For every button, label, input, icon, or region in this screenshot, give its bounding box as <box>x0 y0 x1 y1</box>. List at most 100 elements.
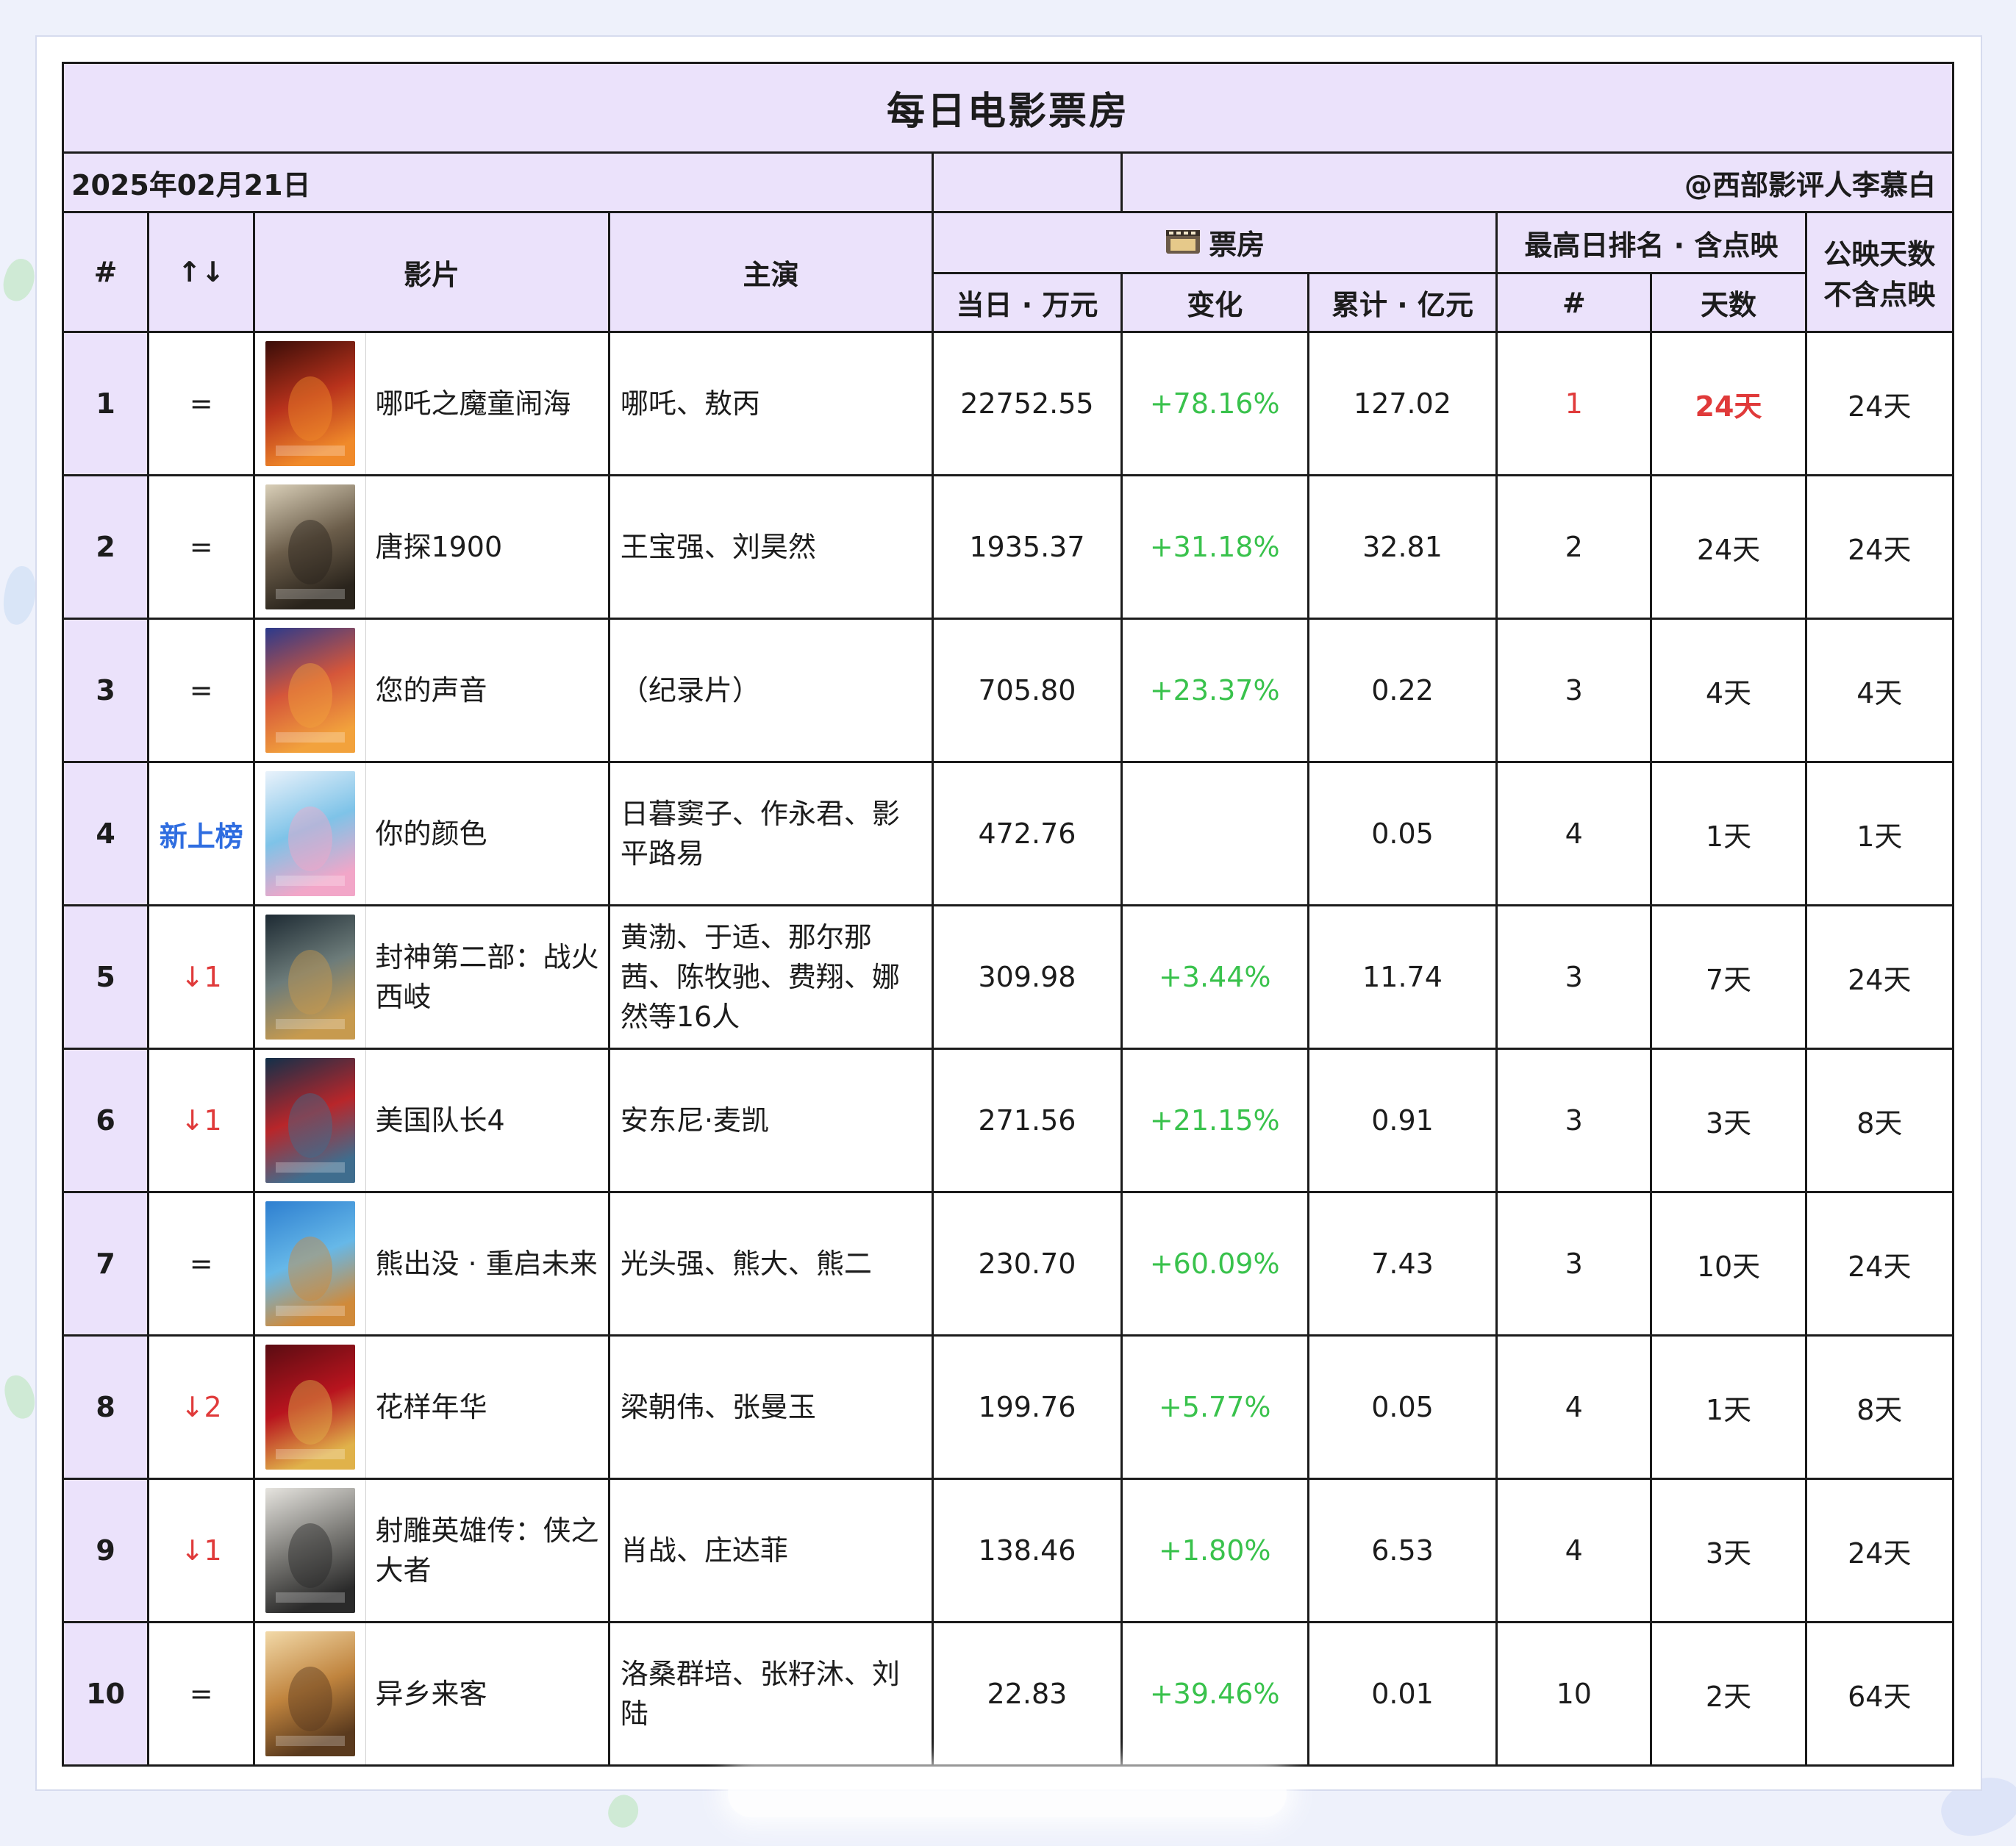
change-cell: +5.77% <box>1120 1334 1309 1480</box>
header-release-days: 公映天数 不含点映 <box>1804 211 1955 333</box>
actors-cell: 哪吒、敖丙 <box>607 331 934 476</box>
film-name[interactable]: 异乡来客 <box>365 1621 610 1767</box>
rank-cell: 7 <box>61 1191 150 1337</box>
trend-cell: ↓1 <box>147 904 256 1050</box>
table-row: 9 ↓1 射雕英雄传：侠之大者 肖战、庄达菲 138.46 +1.80% 6.5… <box>61 1478 1955 1623</box>
rank-cell: 2 <box>61 474 150 620</box>
poster-cell <box>253 1334 367 1480</box>
header-box-office: 票房 <box>932 211 1498 274</box>
daily-box-office: 705.80 <box>932 618 1123 763</box>
film-name[interactable]: 你的颜色 <box>365 761 610 906</box>
actors-cell: 肖战、庄达菲 <box>607 1478 934 1623</box>
peak-days-cell: 2天 <box>1650 1621 1807 1767</box>
total-box-office: 32.81 <box>1307 474 1498 620</box>
rank-cell: 10 <box>61 1621 150 1767</box>
poster-cell <box>253 1191 367 1337</box>
movie-poster[interactable] <box>265 1201 356 1326</box>
trend-cell: = <box>147 331 256 476</box>
actors-cell: 梁朝伟、张曼玉 <box>607 1334 934 1480</box>
movie-poster[interactable] <box>265 1345 356 1470</box>
release-days-cell: 24天 <box>1804 331 1955 476</box>
daily-box-office: 138.46 <box>932 1478 1123 1623</box>
peak-rank-cell: 1 <box>1495 331 1653 476</box>
total-box-office: 6.53 <box>1307 1478 1498 1623</box>
daily-box-office: 22752.55 <box>932 331 1123 476</box>
peak-days-cell: 24天 <box>1650 331 1807 476</box>
total-box-office: 0.22 <box>1307 618 1498 763</box>
header-actors: 主演 <box>607 211 934 333</box>
film-name[interactable]: 花样年华 <box>365 1334 610 1480</box>
total-box-office: 11.74 <box>1307 904 1498 1050</box>
film-name[interactable]: 唐探1900 <box>365 474 610 620</box>
header-total: 累计 · 亿元 <box>1307 272 1498 333</box>
movie-poster[interactable] <box>265 1631 356 1756</box>
change-cell: +21.15% <box>1120 1048 1309 1193</box>
film-name[interactable]: 美国队长4 <box>365 1048 610 1193</box>
change-cell: +60.09% <box>1120 1191 1309 1337</box>
movie-poster[interactable] <box>265 771 356 896</box>
change-cell: +31.18% <box>1120 474 1309 620</box>
rank-cell: 5 <box>61 904 150 1050</box>
film-name[interactable]: 您的声音 <box>365 618 610 763</box>
poster-cell <box>253 1478 367 1623</box>
poster-cell <box>253 618 367 763</box>
box-office-table: 每日电影票房 2025年02月21日 @西部影评人李慕白 # ↑↓ 影片 主演 <box>61 62 1955 1767</box>
table-row: 7 = 熊出没 · 重启未来 光头强、熊大、熊二 230.70 +60.09% … <box>61 1191 1955 1337</box>
header-rank: # <box>61 211 150 333</box>
release-days-cell: 64天 <box>1804 1621 1955 1767</box>
poster-cell <box>253 331 367 476</box>
movie-poster[interactable] <box>265 915 356 1040</box>
film-name[interactable]: 哪吒之魔童闹海 <box>365 331 610 476</box>
overlay-bar <box>728 1770 1287 1817</box>
daily-box-office: 1935.37 <box>932 474 1123 620</box>
trend-cell: ↓1 <box>147 1048 256 1193</box>
film-name[interactable]: 熊出没 · 重启未来 <box>365 1191 610 1337</box>
peak-rank-cell: 4 <box>1495 761 1653 906</box>
release-days-cell: 24天 <box>1804 904 1955 1050</box>
daily-box-office: 472.76 <box>932 761 1123 906</box>
release-days-cell: 8天 <box>1804 1048 1955 1193</box>
movie-poster[interactable] <box>265 341 356 466</box>
actors-cell: 日暮窦子、作永君、影平路易 <box>607 761 934 906</box>
rank-cell: 9 <box>61 1478 150 1623</box>
movie-poster[interactable] <box>265 1058 356 1183</box>
daily-box-office: 199.76 <box>932 1334 1123 1480</box>
change-cell: +39.46% <box>1120 1621 1309 1767</box>
release-days-cell: 1天 <box>1804 761 1955 906</box>
film-name[interactable]: 射雕英雄传：侠之大者 <box>365 1478 610 1623</box>
header-peak: 最高日排名 · 含点映 <box>1495 211 1807 274</box>
header-film: 影片 <box>253 211 610 333</box>
change-cell: +78.16% <box>1120 331 1309 476</box>
daily-box-office: 22.83 <box>932 1621 1123 1767</box>
change-cell: +23.37% <box>1120 618 1309 763</box>
decoration-blob <box>0 255 40 305</box>
peak-days-cell: 10天 <box>1650 1191 1807 1337</box>
actors-cell: 王宝强、刘昊然 <box>607 474 934 620</box>
poster-cell <box>253 1621 367 1767</box>
decoration-blob <box>1 1372 39 1422</box>
film-name[interactable]: 封神第二部：战火西岐 <box>365 904 610 1050</box>
decoration-blob <box>0 563 40 628</box>
trend-cell: = <box>147 618 256 763</box>
movie-poster[interactable] <box>265 628 356 753</box>
header-box-office-label: 票房 <box>1209 228 1265 261</box>
peak-days-cell: 3天 <box>1650 1478 1807 1623</box>
peak-rank-cell: 3 <box>1495 904 1653 1050</box>
release-days-cell: 4天 <box>1804 618 1955 763</box>
actors-cell: （纪录片） <box>607 618 934 763</box>
table-row: 8 ↓2 花样年华 梁朝伟、张曼玉 199.76 +5.77% 0.05 4 1… <box>61 1334 1955 1480</box>
header-daily: 当日 · 万元 <box>932 272 1123 333</box>
movie-poster[interactable] <box>265 484 356 609</box>
movie-poster[interactable] <box>265 1488 356 1613</box>
table-row: 5 ↓1 封神第二部：战火西岐 黄渤、于适、那尔那茜、陈牧驰、费翔、娜然等16人… <box>61 904 1955 1050</box>
table-row: 4 新上榜 你的颜色 日暮窦子、作永君、影平路易 472.76 0.05 4 1… <box>61 761 1955 906</box>
table-body: 1 = 哪吒之魔童闹海 哪吒、敖丙 22752.55 +78.16% 127.0… <box>61 331 1955 1767</box>
poster-cell <box>253 1048 367 1193</box>
change-cell <box>1120 761 1309 906</box>
actors-cell: 光头强、熊大、熊二 <box>607 1191 934 1337</box>
author-handle: @西部影评人李慕白 <box>1120 151 1955 213</box>
rank-cell: 6 <box>61 1048 150 1193</box>
peak-days-cell: 7天 <box>1650 904 1807 1050</box>
peak-days-cell: 1天 <box>1650 1334 1807 1480</box>
total-box-office: 0.05 <box>1307 761 1498 906</box>
